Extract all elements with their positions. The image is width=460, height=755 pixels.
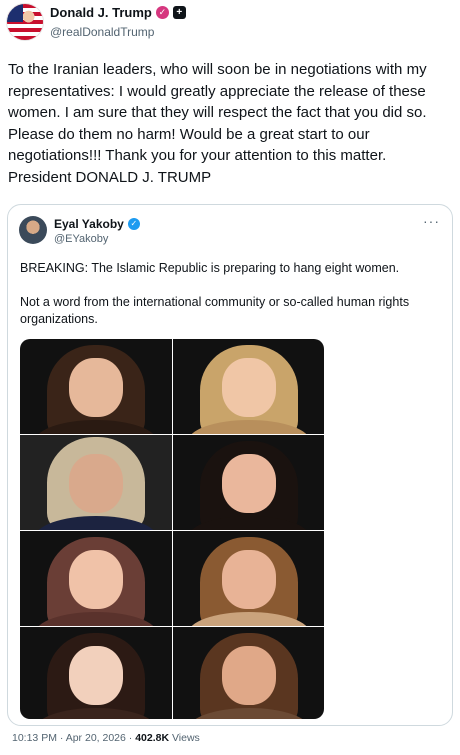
photo-woman-6[interactable] bbox=[173, 531, 324, 626]
post-time[interactable]: 10:13 PM bbox=[12, 732, 57, 744]
affiliation-badge-icon: + bbox=[172, 6, 186, 19]
meta-separator: · bbox=[59, 732, 64, 744]
quote-author-avatar[interactable] bbox=[19, 216, 47, 244]
quoted-post[interactable]: Eyal Yakoby ✓ @EYakoby ··· BREAKING: The… bbox=[7, 204, 453, 726]
views-label: Views bbox=[171, 732, 200, 744]
photo-woman-3[interactable] bbox=[20, 435, 172, 530]
author-name-row: Donald J. Trump ✓ + bbox=[50, 5, 186, 20]
quote-text-line2: Not a word from the international commun… bbox=[20, 295, 410, 326]
photo-woman-1[interactable] bbox=[20, 339, 172, 434]
post-text: To the Iranian leaders, who will soon be… bbox=[8, 61, 427, 186]
post-meta: 10:13 PM · Apr 20, 2026 · 402.8K Views bbox=[12, 732, 200, 744]
photo-woman-2[interactable] bbox=[173, 339, 324, 434]
quote-author-handle[interactable]: @EYakoby bbox=[54, 233, 108, 245]
verified-badge-icon: ✓ bbox=[127, 218, 140, 230]
meta-separator-2: · bbox=[128, 732, 133, 744]
checkmark-badge-icon: ✓ bbox=[155, 6, 169, 19]
quote-author-name[interactable]: Eyal Yakoby bbox=[54, 217, 124, 231]
photo-woman-4[interactable] bbox=[173, 435, 324, 530]
post-header: Donald J. Trump ✓ + @realDonaldTrump bbox=[6, 3, 454, 43]
post-date[interactable]: Apr 20, 2026 bbox=[66, 732, 126, 744]
quote-author-name-row: Eyal Yakoby ✓ bbox=[54, 217, 140, 231]
author-handle[interactable]: @realDonaldTrump bbox=[50, 25, 154, 39]
photo-woman-5[interactable] bbox=[20, 531, 172, 626]
more-options-icon[interactable]: ··· bbox=[423, 213, 440, 229]
views-count: 402.8K bbox=[135, 732, 170, 744]
photo-grid[interactable] bbox=[20, 339, 324, 719]
author-avatar[interactable] bbox=[6, 3, 44, 41]
photo-woman-7[interactable] bbox=[20, 627, 172, 719]
photo-woman-8[interactable] bbox=[173, 627, 324, 719]
author-name[interactable]: Donald J. Trump bbox=[50, 5, 152, 20]
quote-text-line1: BREAKING: The Islamic Republic is prepar… bbox=[20, 261, 400, 275]
